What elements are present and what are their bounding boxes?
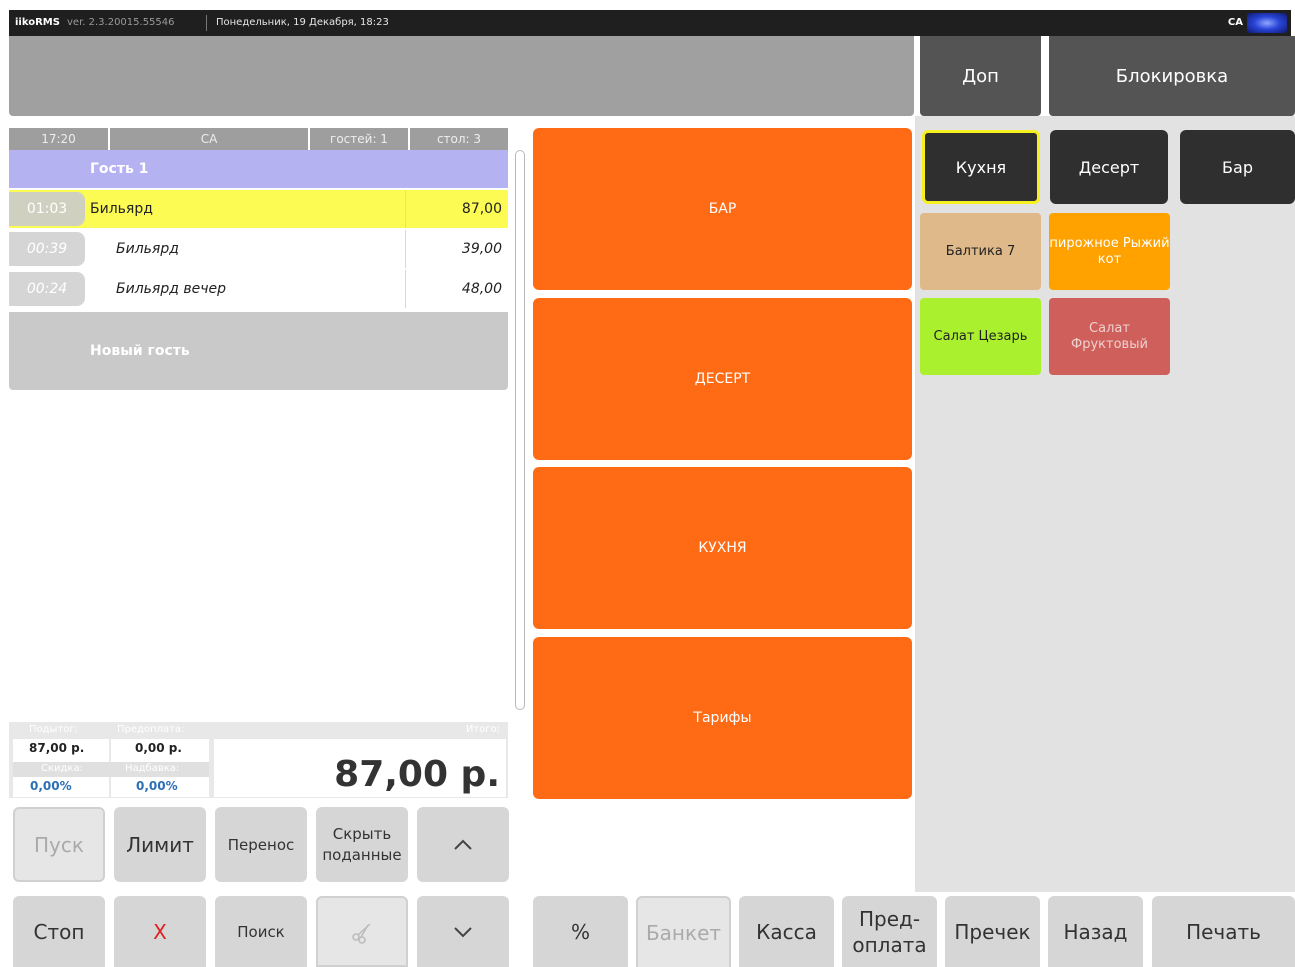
order-item-row[interactable]: 01:03 Бильярд 87,00 [9, 190, 508, 228]
prepay-label: Предоплата: [117, 724, 185, 735]
chevron-up-icon [454, 839, 472, 850]
current-user: СА [1227, 17, 1243, 28]
transfer-button[interactable]: Перенос [215, 807, 307, 882]
order-waiter: СА [110, 128, 310, 150]
current-datetime: Понедельник, 19 Декабря, 18:23 [216, 17, 389, 28]
subtotal-value: 87,00 р. [29, 741, 85, 755]
back-button[interactable]: Назад [1048, 896, 1143, 967]
discount-percent-button[interactable]: % [533, 896, 628, 967]
scissors-icon [352, 922, 371, 944]
split-button[interactable] [316, 896, 408, 967]
hide-served-button[interactable]: Скрыть поданные [316, 807, 408, 882]
order-item-name: Бильярд вечер [116, 281, 226, 297]
order-item-name: Бильярд [116, 241, 179, 257]
order-guest-count: гостей: 1 [310, 128, 410, 150]
scroll-down-button[interactable] [417, 896, 509, 967]
total-label: Итого: [465, 724, 500, 735]
tab-dessert[interactable]: Десерт [1050, 130, 1168, 204]
banquet-button[interactable]: Банкет [636, 896, 731, 967]
guest-header[interactable]: Гость 1 [9, 150, 508, 188]
delete-button[interactable]: X [114, 896, 206, 967]
order-item-name: Бильярд [90, 201, 153, 217]
surcharge-label: Надбавка: [125, 763, 180, 774]
precheck-button[interactable]: Пречек [945, 896, 1040, 967]
order-item-time: 01:03 [9, 192, 85, 226]
limit-button[interactable]: Лимит [114, 807, 206, 882]
prepayment-button[interactable]: Пред-оплата [842, 896, 937, 967]
product-baltika-7[interactable]: Балтика 7 [920, 213, 1041, 290]
order-item-price: 87,00 [405, 190, 508, 228]
print-button[interactable]: Печать [1152, 896, 1295, 967]
product-cake-ryzhiy-kot[interactable]: пирожное Рыжий кот [1049, 213, 1170, 290]
tab-kitchen[interactable]: Кухня [922, 130, 1040, 204]
status-separator [206, 15, 207, 31]
order-item-price: 39,00 [405, 230, 508, 268]
dop-button[interactable]: Доп [920, 36, 1041, 116]
discount-label: Скидка: [41, 763, 83, 774]
discount-value: 0,00% [30, 779, 72, 793]
category-kitchen-button[interactable]: КУХНЯ [533, 467, 912, 629]
app-name: iikoRMS [15, 17, 60, 28]
order-item-time: 00:24 [9, 272, 85, 306]
scroll-up-button[interactable] [417, 807, 509, 882]
product-salad-fruit[interactable]: Салат Фруктовый [1049, 298, 1170, 375]
cash-button[interactable]: Касса [739, 896, 834, 967]
top-bar [9, 36, 914, 116]
order-scrollbar[interactable] [515, 150, 525, 710]
order-header: 17:20 СА гостей: 1 стол: 3 [9, 128, 508, 150]
order-item-row[interactable]: 00:39 Бильярд 39,00 [9, 230, 508, 268]
surcharge-value: 0,00% [136, 779, 178, 793]
app-version: ver. 2.3.20015.55546 [67, 17, 175, 28]
totals-panel: Подытог: Предоплата: Итого: 87,00 р. 0,0… [9, 722, 508, 798]
subtotal-label: Подытог: [29, 724, 79, 735]
status-orb-icon[interactable] [1247, 13, 1287, 33]
search-button[interactable]: Поиск [215, 896, 307, 967]
category-bar-button[interactable]: БАР [533, 128, 912, 290]
prepay-value: 0,00 р. [135, 741, 182, 755]
stop-button[interactable]: Стоп [13, 896, 105, 967]
order-item-row[interactable]: 00:24 Бильярд вечер 48,00 [9, 270, 508, 308]
order-open-time: 17:20 [9, 128, 110, 150]
chevron-down-icon [454, 926, 472, 937]
product-salad-caesar[interactable]: Салат Цезарь [920, 298, 1041, 375]
status-bar: iikoRMS ver. 2.3.20015.55546 Понедельник… [9, 10, 1291, 36]
lock-button[interactable]: Блокировка [1049, 36, 1295, 116]
pos-screen: iikoRMS ver. 2.3.20015.55546 Понедельник… [0, 0, 1295, 967]
order-item-price: 48,00 [405, 270, 508, 308]
start-button[interactable]: Пуск [13, 807, 105, 882]
total-value: 87,00 р. [214, 739, 506, 797]
order-table: стол: 3 [436, 132, 482, 146]
new-guest-button[interactable]: Новый гость [9, 312, 508, 390]
category-tariffs-button[interactable]: Тарифы [533, 637, 912, 799]
tab-bar[interactable]: Бар [1180, 130, 1295, 204]
order-item-time: 00:39 [9, 232, 85, 266]
category-dessert-button[interactable]: ДЕСЕРТ [533, 298, 912, 460]
